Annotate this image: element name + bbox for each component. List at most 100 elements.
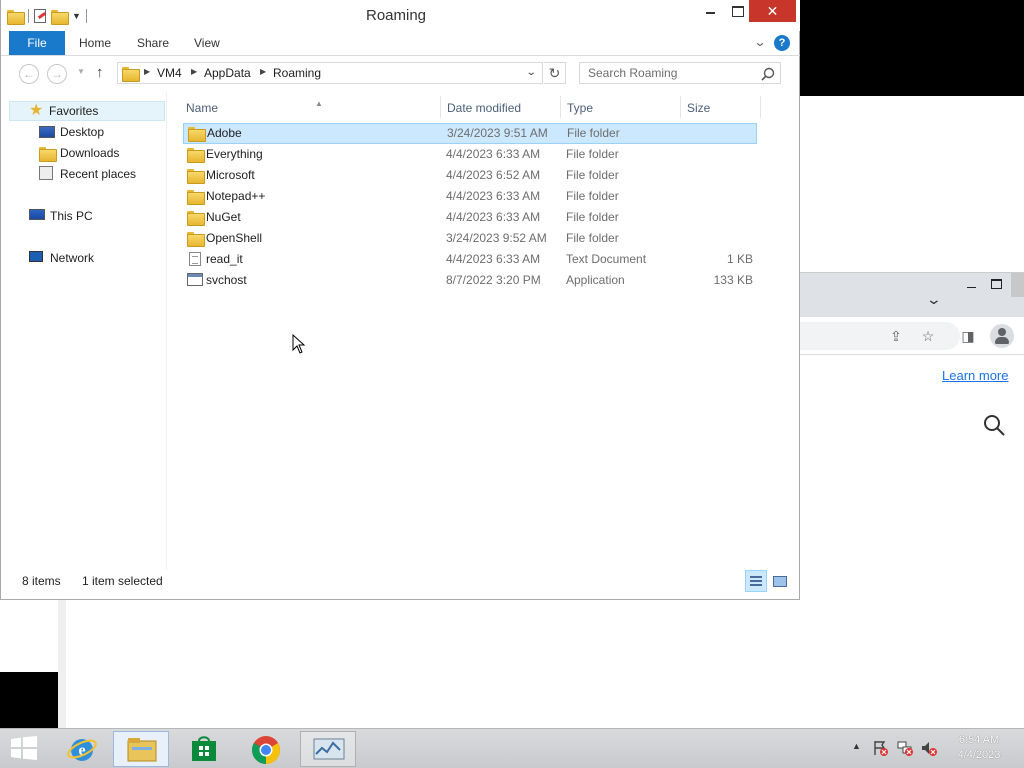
file-date: 3/24/2023 9:51 AM [447, 126, 548, 140]
chevron-right-icon[interactable]: ▶ [144, 67, 150, 76]
column-separator[interactable] [760, 96, 761, 118]
breadcrumb-roaming[interactable]: Roaming [273, 66, 321, 80]
file-row-adobe[interactable]: Adobe 3/24/2023 9:51 AM File folder [183, 123, 757, 144]
windows-start-icon[interactable] [10, 736, 38, 760]
up-arrow-icon[interactable]: ↑ [96, 64, 104, 81]
file-explorer-window: ▼ Roaming ✕ File Home Share View ⌄ ? ← →… [0, 0, 800, 600]
downloads-folder-icon [39, 147, 57, 163]
file-type: File folder [566, 168, 619, 182]
chrome-minimize-button[interactable] [964, 277, 980, 293]
chrome-tab-search-icon[interactable]: ⌄ [926, 291, 942, 308]
recent-locations-icon[interactable]: ▼ [77, 67, 85, 76]
internet-explorer-taskbar-button[interactable]: e [54, 731, 110, 767]
address-bar[interactable]: ▶ VM4 ▶ AppData ▶ Roaming ⌄ [117, 62, 543, 84]
text-document-icon [189, 252, 201, 266]
mouse-cursor-icon [292, 334, 306, 354]
share-icon[interactable]: ⇪ [888, 328, 904, 344]
desktop-icon [39, 126, 55, 138]
close-button[interactable]: ✕ [749, 0, 796, 22]
search-icon[interactable] [761, 67, 775, 81]
column-header-date-modified[interactable]: Date modified [447, 96, 521, 120]
side-panel-icon[interactable]: ◨ [960, 328, 976, 344]
background-page [800, 400, 1024, 728]
column-header-name[interactable]: Name ▲ [186, 96, 323, 120]
column-header-size[interactable]: Size [687, 96, 710, 120]
chevron-right-icon[interactable]: ▶ [191, 67, 197, 76]
volume-muted-icon[interactable] [920, 739, 938, 757]
column-separator[interactable] [680, 96, 681, 118]
title-bar[interactable]: ▼ Roaming ✕ [1, 0, 800, 31]
nav-item-label: Desktop [60, 125, 105, 139]
large-icons-view-button[interactable] [769, 570, 791, 592]
folder-icon [187, 148, 205, 163]
chevron-right-icon[interactable]: ▶ [260, 67, 266, 76]
network-status-icon[interactable] [896, 739, 914, 757]
file-row-openshell[interactable]: OpenShell 3/24/2023 9:52 AM File folder [183, 228, 757, 249]
details-view-button[interactable] [745, 570, 767, 592]
application-icon [187, 273, 203, 286]
folder-icon [187, 211, 205, 226]
folder-icon [187, 232, 205, 247]
tab-share[interactable]: Share [137, 31, 169, 55]
tab-view[interactable]: View [194, 31, 220, 55]
file-row-svchost[interactable]: svchost 8/7/2022 3:20 PM Application 133… [183, 270, 757, 291]
back-button[interactable]: ← [19, 64, 39, 84]
column-header-type[interactable]: Type [567, 96, 593, 120]
help-icon[interactable]: ? [774, 35, 790, 51]
profile-avatar-icon[interactable] [990, 324, 1014, 348]
column-separator[interactable] [560, 96, 561, 118]
show-hidden-icons-button[interactable]: ▲ [852, 741, 861, 751]
tab-home[interactable]: Home [79, 31, 111, 55]
search-input[interactable] [580, 63, 760, 83]
forward-button[interactable]: → [47, 64, 67, 84]
tab-file[interactable]: File [9, 31, 65, 55]
folder-icon [187, 169, 205, 184]
file-date: 8/7/2022 3:20 PM [446, 273, 541, 287]
search-icon[interactable] [983, 414, 1005, 436]
file-explorer-taskbar-button[interactable] [113, 731, 169, 767]
folder-icon [188, 127, 206, 142]
file-row-everything[interactable]: Everything 4/4/2023 6:33 AM File folder [183, 144, 757, 165]
recent-places-icon [39, 166, 53, 180]
system-clock[interactable]: 6:54 AM 4/4/2023 [946, 733, 1012, 763]
file-type: Text Document [566, 252, 647, 266]
chrome-taskbar-button[interactable] [238, 731, 294, 767]
file-name: Everything [206, 147, 263, 161]
file-row-read-it[interactable]: read_it 4/4/2023 6:33 AM Text Document 1… [183, 249, 757, 270]
desktop-background-lower [0, 672, 58, 728]
breadcrumb-vm4[interactable]: VM4 [157, 66, 182, 80]
file-row-notepad-plus-plus[interactable]: Notepad++ 4/4/2023 6:33 AM File folder [183, 186, 757, 207]
chevron-down-icon[interactable]: ⌄ [526, 67, 537, 78]
maximize-button[interactable] [725, 0, 751, 22]
store-taskbar-button[interactable] [176, 731, 232, 767]
chrome-omnibox[interactable] [800, 322, 960, 350]
nav-item-label: Downloads [60, 146, 120, 160]
resource-monitor-taskbar-button[interactable] [300, 731, 356, 767]
chrome-maximize-button[interactable] [991, 279, 1002, 289]
performance-monitor-icon [313, 738, 345, 760]
file-date: 4/4/2023 6:52 AM [446, 168, 541, 182]
minimize-button[interactable] [697, 0, 723, 22]
chrome-window: ⌄ ⇪ ☆ ◨ Learn more [800, 272, 1024, 400]
learn-more-link[interactable]: Learn more [942, 368, 1008, 383]
breadcrumb-appdata[interactable]: AppData [204, 66, 251, 80]
action-center-flag-icon[interactable] [872, 739, 890, 757]
file-row-microsoft[interactable]: Microsoft 4/4/2023 6:52 AM File folder [183, 165, 757, 186]
file-name: Notepad++ [206, 189, 266, 203]
nav-item-label: Recent places [60, 167, 137, 181]
nav-item-label: Network [50, 251, 95, 265]
column-separator[interactable] [440, 96, 441, 118]
file-size: 1 KB [726, 252, 753, 266]
expand-ribbon-icon[interactable]: ⌄ [753, 35, 766, 49]
file-size: 133 KB [713, 273, 753, 287]
file-row-nuget[interactable]: NuGet 4/4/2023 6:33 AM File folder [183, 207, 757, 228]
refresh-button[interactable]: ↻ [544, 62, 566, 84]
window-title: Roaming [365, 7, 427, 24]
file-name: NuGet [206, 210, 241, 224]
chrome-scrollbar[interactable] [1011, 273, 1024, 297]
file-date: 3/24/2023 9:52 AM [446, 231, 547, 245]
nav-item-label: Favorites [49, 104, 99, 118]
navigation-bar: ← → ▼ ↑ ▶ VM4 ▶ AppData ▶ Roaming ⌄ ↻ [1, 57, 800, 91]
bookmark-star-icon[interactable]: ☆ [920, 328, 936, 344]
store-icon [192, 736, 216, 761]
